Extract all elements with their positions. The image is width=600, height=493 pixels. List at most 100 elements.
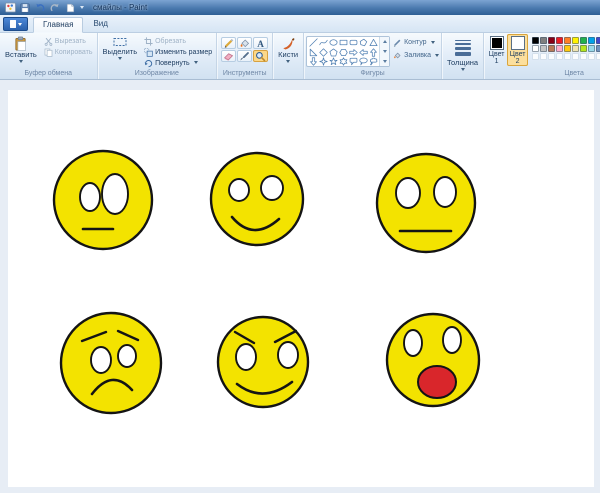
shapes-scroll-down-icon[interactable] [383,50,387,53]
paste-caret-icon [19,60,23,63]
tab-home[interactable]: Главная [33,17,83,33]
shape-triangle-button[interactable] [368,38,378,48]
color-palette [532,37,600,60]
palette-empty-slot[interactable] [564,53,571,60]
shapes-more-icon[interactable] [383,60,387,63]
shape-polygon-button[interactable] [358,38,368,48]
size-label: Толщина [447,59,478,67]
select-button[interactable]: Выделить [100,34,141,61]
shape-rounded-rectangle-button[interactable] [348,38,358,48]
shape-hexagon-button[interactable] [338,48,348,58]
palette-empty-slot[interactable] [580,53,587,60]
palette-swatch[interactable] [588,37,595,44]
palette-swatch[interactable] [580,37,587,44]
palette-swatch[interactable] [548,37,555,44]
rotate-button[interactable]: Повернуть [142,58,214,68]
color2-button[interactable]: Цвет 2 [507,34,528,66]
color-picker-tool-button[interactable] [237,50,252,62]
palette-swatch[interactable] [596,37,600,44]
palette-swatch[interactable] [540,45,547,52]
smiley-smile [211,153,303,245]
menu-page-icon [10,20,16,28]
shape-right-arrow-button[interactable] [348,48,358,58]
palette-empty-slot[interactable] [556,53,563,60]
eraser-tool-button[interactable] [221,50,236,62]
shape-fill-button[interactable]: Заливка [393,51,439,60]
group-image: Выделить Обрезать Изменить размер Поверн… [98,33,218,79]
palette-swatch[interactable] [548,45,555,52]
paint-menu-button[interactable] [3,17,28,31]
shape-oval-callout-button[interactable] [358,57,368,67]
tools-grid: A [221,37,268,62]
ribbon-tab-row: Главная Вид [0,15,600,33]
ribbon: Вставить Вырезать Копировать Буфер обмен… [0,33,600,80]
palette-swatch[interactable] [564,45,571,52]
palette-swatch[interactable] [572,45,579,52]
palette-swatch[interactable] [564,37,571,44]
shape-oval-button[interactable] [328,38,338,48]
title-bar: смайлы - Paint [0,0,600,15]
brushes-button[interactable]: Кисти [275,34,301,64]
palette-empty-slot[interactable] [548,53,555,60]
tab-view[interactable]: Вид [83,16,117,32]
palette-swatch[interactable] [532,37,539,44]
palette-swatch[interactable] [596,45,600,52]
palette-empty-slot[interactable] [540,53,547,60]
size-button[interactable]: Толщина [444,34,481,72]
shape-five-point-star-button[interactable] [328,57,338,67]
shape-four-point-star-button[interactable] [318,57,328,67]
shapes-scroll-up-icon[interactable] [383,40,387,43]
shape-cloud-callout-button[interactable] [368,57,378,67]
shape-right-triangle-button[interactable] [308,48,318,58]
fill-tool-button[interactable] [237,37,252,49]
palette-empty-slot[interactable] [572,53,579,60]
palette-swatch[interactable] [556,37,563,44]
palette-empty-slot[interactable] [596,53,600,60]
cut-button[interactable]: Вырезать [42,36,95,46]
shape-pentagon-button[interactable] [328,48,338,58]
shape-rectangle-button[interactable] [338,38,348,48]
outline-button[interactable]: Контур [393,38,439,47]
shape-up-arrow-button[interactable] [368,48,378,58]
undo-button[interactable] [34,2,46,14]
redo-button[interactable] [49,2,61,14]
palette-empty-slot[interactable] [532,53,539,60]
brushes-label: Кисти [278,51,298,59]
color1-swatch [490,36,504,50]
pencil-tool-button[interactable] [221,37,236,49]
qat-customize-button[interactable] [80,6,84,9]
shape-line-button[interactable] [308,38,318,48]
paste-button[interactable]: Вставить [2,34,40,64]
shape-six-point-star-button[interactable] [338,57,348,67]
shape-left-arrow-button[interactable] [358,48,368,58]
save-button[interactable] [19,2,31,14]
palette-swatch[interactable] [532,45,539,52]
crop-button[interactable]: Обрезать [142,36,214,46]
paint-window: смайлы - Paint Главная Вид Вставить [0,0,600,493]
shape-rounded-callout-button[interactable] [348,57,358,67]
palette-empty-slot[interactable] [588,53,595,60]
text-tool-button[interactable]: A [253,37,268,49]
color1-button[interactable]: Цвет 1 [486,34,507,66]
resize-button[interactable]: Изменить размер [142,47,214,57]
resize-label: Изменить размер [155,49,212,56]
magnifier-tool-button[interactable] [253,50,268,62]
color2-swatch [511,36,525,50]
shape-diamond-button[interactable] [318,48,328,58]
smiley-neutral [377,154,475,252]
svg-text:A: A [257,38,264,48]
select-label: Выделить [103,48,138,56]
brushes-group-spacer [275,69,301,79]
clipboard-icon [13,36,28,51]
palette-swatch[interactable] [540,37,547,44]
palette-swatch[interactable] [556,45,563,52]
copy-button[interactable]: Копировать [42,47,95,57]
palette-swatch[interactable] [572,37,579,44]
shape-down-arrow-button[interactable] [308,57,318,67]
copy-icon [44,48,53,57]
shape-curve-button[interactable] [318,38,328,48]
palette-swatch[interactable] [588,45,595,52]
paint-app-icon [4,2,16,14]
drawing-canvas[interactable] [8,90,594,487]
palette-swatch[interactable] [580,45,587,52]
